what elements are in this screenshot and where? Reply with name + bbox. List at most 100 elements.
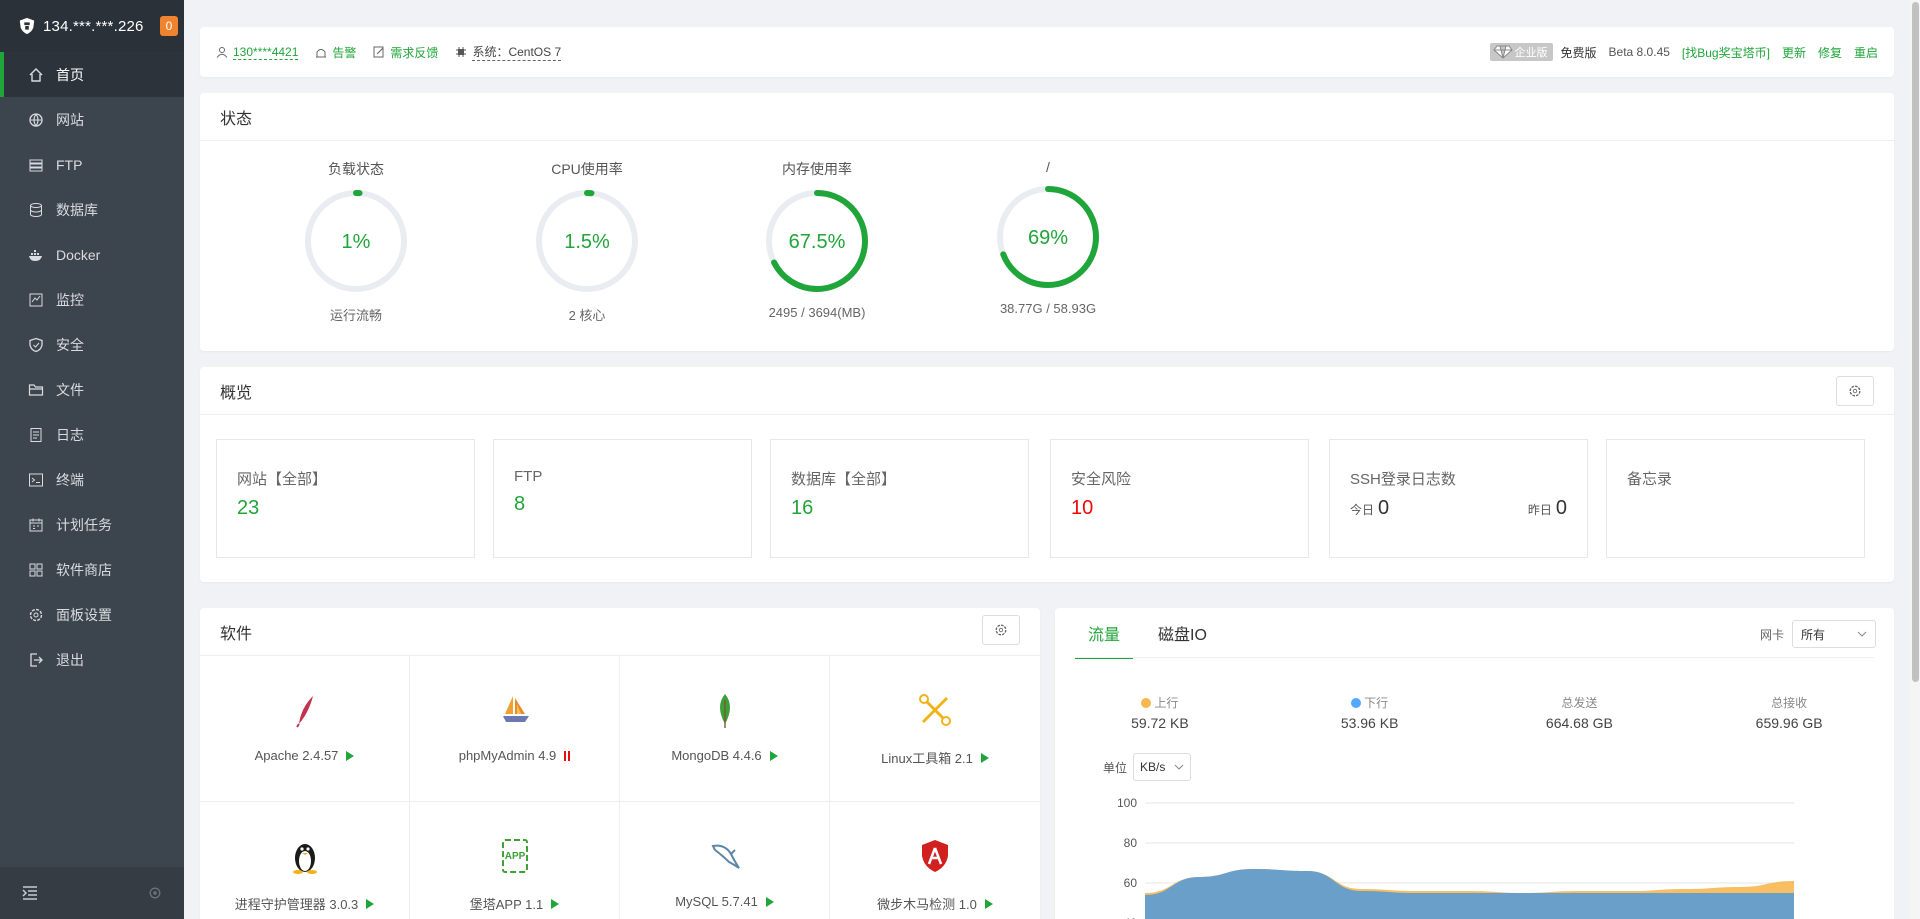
alarm-link[interactable]: 告警: [332, 44, 356, 61]
feedback-link-wrap[interactable]: 需求反馈: [373, 44, 438, 61]
memo-label: 备忘录: [1627, 471, 1673, 488]
sidebar-item-2[interactable]: FTP: [0, 142, 184, 187]
software-name-row: 进程守护管理器 3.0.3: [235, 894, 375, 913]
unit-select-value: KB/s: [1140, 760, 1166, 774]
sidebar-item-label: FTP: [56, 156, 83, 173]
collapse-menu-icon[interactable]: [22, 886, 38, 900]
sidebar-item-7[interactable]: 文件: [0, 367, 184, 412]
traffic-panel: 流量 磁盘IO 网卡 所有 上行 59.72 KB 下行 53.96 KB 总发送 6…: [1055, 608, 1894, 919]
sidebar-item-5[interactable]: 监控: [0, 277, 184, 322]
user-icon: [216, 47, 228, 58]
sidebar-item-8[interactable]: 日志: [0, 412, 184, 457]
overview-box-2[interactable]: 数据库【全部】 16: [770, 439, 1029, 558]
software-name: Apache 2.4.57: [254, 748, 339, 763]
tools-icon[interactable]: [915, 690, 955, 730]
phpmyadmin-ship-icon[interactable]: [495, 690, 535, 730]
mysql-dolphin-icon[interactable]: [705, 836, 745, 876]
gauge-0[interactable]: 负载状态 1% 运行流畅: [256, 141, 456, 324]
sidebar-item-0[interactable]: 首页: [0, 52, 184, 97]
server-ip[interactable]: 134.***.***.226: [43, 18, 144, 35]
running-status-icon[interactable]: [984, 898, 993, 909]
gauge-ring: 1%: [305, 190, 407, 292]
nic-select[interactable]: 所有: [1792, 620, 1876, 648]
trojan-shield-icon[interactable]: [915, 836, 955, 876]
alarm-link-wrap[interactable]: 告警: [315, 44, 356, 61]
sidebar: 134.***.***.226 0 首页网站 FTP 数据库 Docker 监控 安全 文件…: [0, 0, 184, 919]
user-account[interactable]: 130****4421: [216, 45, 299, 60]
series-area-1: [1145, 869, 1794, 919]
diamond-icon: [1492, 45, 1513, 59]
repair-link[interactable]: 修复: [1818, 44, 1842, 61]
bt-logo-icon: [19, 17, 35, 35]
settings-icon[interactable]: [148, 886, 162, 900]
gauge-3[interactable]: / 69% 38.77G / 58.93G: [948, 141, 1148, 316]
apache-feather-icon[interactable]: [285, 690, 325, 730]
sidebar-item-label: 网站: [56, 111, 84, 128]
running-status-icon[interactable]: [366, 898, 375, 909]
software-item-7[interactable]: 微步木马检测 1.0: [830, 802, 1040, 919]
sidebar-item-3[interactable]: 数据库: [0, 187, 184, 232]
notification-badge[interactable]: 0: [160, 16, 178, 36]
overview-settings-button[interactable]: [1836, 376, 1874, 406]
overview-box-0[interactable]: 网站【全部】 23: [216, 439, 475, 558]
gauge-2[interactable]: 内存使用率 67.5% 2495 / 3694(MB): [717, 141, 917, 320]
running-status-icon[interactable]: [980, 752, 989, 763]
mongodb-leaf-icon[interactable]: [705, 690, 745, 730]
software-item-0[interactable]: Apache 2.4.57: [200, 656, 410, 802]
feedback-link[interactable]: 需求反馈: [390, 44, 438, 61]
software-item-3[interactable]: Linux工具箱 2.1: [830, 656, 1040, 802]
running-status-icon[interactable]: [769, 750, 778, 761]
scrollbar-thumb[interactable]: [1912, 2, 1919, 682]
free-edition-label: 免费版: [1560, 45, 1597, 60]
software-settings-button[interactable]: [982, 615, 1020, 645]
overview-box-1[interactable]: FTP 8: [493, 439, 752, 558]
bug-bounty-link[interactable]: [找Bug奖宝塔币]: [1682, 44, 1770, 61]
software-item-6[interactable]: MySQL 5.7.41: [620, 802, 830, 919]
sidebar-item-9[interactable]: 终端: [0, 457, 184, 502]
restart-link[interactable]: 重启: [1854, 44, 1878, 61]
running-status-icon[interactable]: [551, 898, 560, 909]
traffic-stat-1: 下行 53.96 KB: [1265, 694, 1475, 731]
tab-0[interactable]: 流量: [1075, 608, 1134, 659]
gauge-1[interactable]: CPU使用率 1.5% 2 核心: [487, 141, 687, 324]
running-status-icon[interactable]: [765, 896, 774, 907]
software-item-5[interactable]: APP 堡塔APP 1.1: [410, 802, 620, 919]
traffic-stat-value: 664.68 GB: [1545, 715, 1613, 731]
gauge-subtitle: 运行流畅: [329, 308, 382, 323]
sidebar-item-13[interactable]: 退出: [0, 637, 184, 682]
tab-1[interactable]: 磁盘IO: [1145, 608, 1220, 658]
software-grid: Apache 2.4.57 phpMyAdmin 4.9 MongoDB 4.4…: [200, 656, 1040, 919]
monitor-icon: [28, 292, 44, 308]
ssh-yesterday-label: 昨日: [1527, 503, 1552, 517]
sidebar-item-1[interactable]: 网站: [0, 97, 184, 142]
log-icon: [28, 427, 44, 443]
update-link[interactable]: 更新: [1782, 44, 1806, 61]
stopped-status-icon[interactable]: [564, 750, 571, 761]
overview-label: FTP: [514, 468, 543, 485]
page-scrollbar[interactable]: [1910, 0, 1920, 919]
running-status-icon[interactable]: [346, 750, 355, 761]
svg-text:APP: APP: [504, 851, 525, 862]
memo-box[interactable]: 备忘录: [1606, 439, 1865, 558]
sidebar-item-4[interactable]: Docker: [0, 232, 184, 277]
traffic-stat-label: 总发送: [1561, 696, 1598, 710]
software-item-2[interactable]: MongoDB 4.4.6: [620, 656, 830, 802]
traffic-chart: 100806040: [1117, 796, 1794, 919]
status-title: 状态: [200, 93, 1894, 141]
sidebar-item-11[interactable]: 软件商店: [0, 547, 184, 592]
overview-box-3[interactable]: 安全风险 10: [1050, 439, 1309, 558]
enterprise-tag[interactable]: 企业版: [1489, 43, 1553, 61]
unit-select[interactable]: KB/s: [1133, 753, 1192, 781]
sidebar-item-10[interactable]: 计划任务: [0, 502, 184, 547]
sidebar-item-label: Docker: [56, 246, 101, 263]
penguin-icon[interactable]: [285, 836, 325, 876]
sidebar-item-12[interactable]: 面板设置: [0, 592, 184, 637]
y-tick-label: 100: [1117, 796, 1137, 810]
sidebar-item-label: 首页: [56, 66, 84, 83]
sidebar-item-6[interactable]: 安全: [0, 322, 184, 367]
software-item-4[interactable]: 进程守护管理器 3.0.3: [200, 802, 410, 919]
ssh-log-box[interactable]: SSH登录日志数 今日 0 昨日 0: [1329, 439, 1588, 558]
app-icon[interactable]: APP: [495, 836, 535, 876]
user-phone-link[interactable]: 130****4421: [233, 45, 299, 60]
software-item-1[interactable]: phpMyAdmin 4.9: [410, 656, 620, 802]
